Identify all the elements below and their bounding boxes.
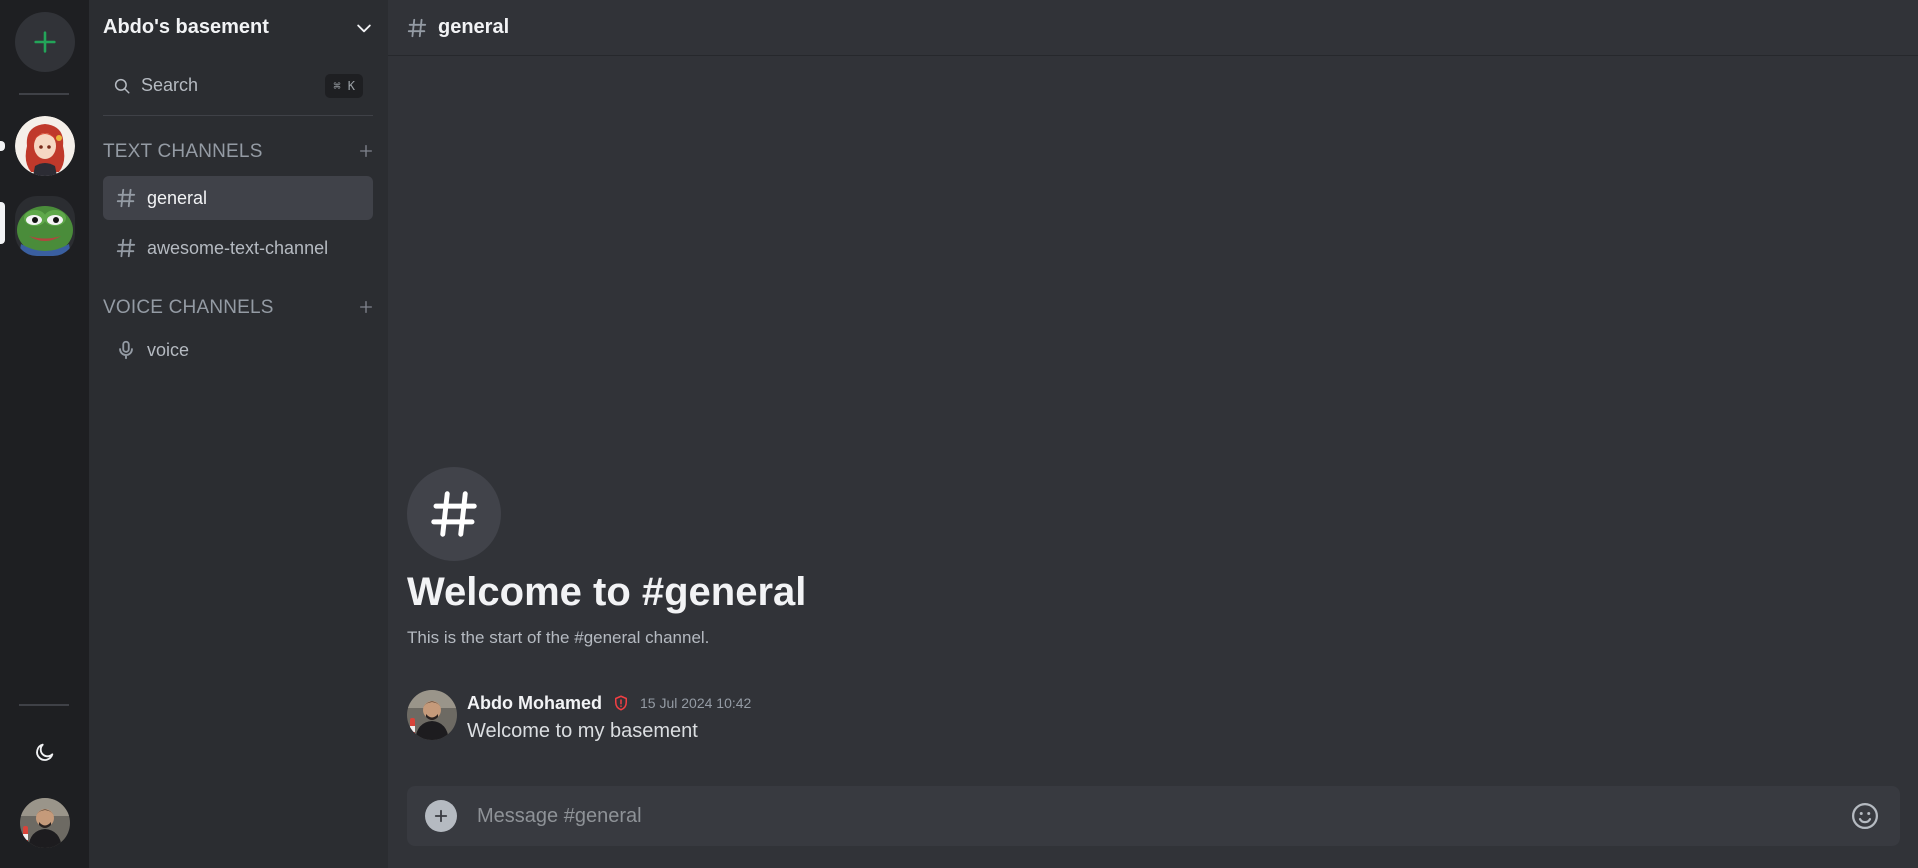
channel-sidebar: Abdo's basement Search ⌘ K TEXT CHANNELS xyxy=(89,0,388,868)
message-item: Abdo Mohamed 15 Jul 2024 10:42 Welcome t… xyxy=(407,690,751,743)
welcome-channel-icon xyxy=(407,467,501,561)
server-active-indicator xyxy=(0,202,5,244)
server-hover-indicator xyxy=(0,141,5,151)
user-avatar-image xyxy=(20,798,70,848)
anime-girl-server-icon xyxy=(15,116,75,176)
message-composer xyxy=(407,786,1900,846)
message-text: Welcome to my basement xyxy=(467,720,698,742)
search-shortcut: ⌘ K xyxy=(325,73,363,98)
hash-icon xyxy=(431,491,477,537)
emoji-button[interactable] xyxy=(1848,799,1882,833)
channel-label: general xyxy=(147,187,208,208)
current-user-avatar[interactable] xyxy=(20,798,70,848)
attach-button[interactable] xyxy=(425,800,457,832)
welcome-subtitle: This is the start of the #general channe… xyxy=(407,628,710,647)
theme-toggle-button[interactable] xyxy=(24,731,66,773)
add-server-button[interactable] xyxy=(15,12,75,72)
rail-divider-bottom xyxy=(19,704,69,706)
message-timestamp: 15 Jul 2024 10:42 xyxy=(640,695,752,711)
hash-icon xyxy=(116,188,136,208)
text-channels-category: TEXT CHANNELS xyxy=(103,132,374,172)
search-button[interactable]: Search ⌘ K xyxy=(103,64,373,116)
server-header[interactable]: Abdo's basement xyxy=(89,0,388,55)
app: Abdo's basement Search ⌘ K TEXT CHANNELS xyxy=(0,0,1918,868)
search-icon xyxy=(114,78,130,93)
rail-divider xyxy=(19,93,69,95)
add-voice-channel-button[interactable] xyxy=(358,297,374,319)
channel-title: general xyxy=(438,16,510,38)
microphone-icon xyxy=(119,340,133,360)
add-text-channel-button[interactable] xyxy=(358,141,374,163)
text-channels-label: TEXT CHANNELS xyxy=(103,141,263,162)
author-avatar-image xyxy=(407,690,457,740)
voice-channels-category: VOICE CHANNELS xyxy=(103,288,374,328)
chevron-down-icon xyxy=(357,24,371,32)
channel-item-general[interactable]: general xyxy=(103,176,373,220)
server-icon-pepe[interactable] xyxy=(15,196,75,256)
server-rail xyxy=(0,0,89,868)
welcome-title: Welcome to #general xyxy=(407,570,807,614)
hash-icon xyxy=(116,238,136,258)
hash-icon xyxy=(407,18,427,37)
search-label: Search xyxy=(141,75,199,95)
message-author[interactable]: Abdo Mohamed xyxy=(467,693,602,714)
moon-icon xyxy=(36,743,54,761)
plus-icon xyxy=(360,145,372,157)
message-input[interactable] xyxy=(475,803,1848,829)
channel-label: voice xyxy=(147,339,190,360)
smiley-icon xyxy=(1852,803,1878,829)
pepe-frog-server-icon xyxy=(15,196,75,256)
message-author-avatar[interactable] xyxy=(407,690,457,740)
server-icon-anime-girl[interactable] xyxy=(15,116,75,176)
voice-channels-label: VOICE CHANNELS xyxy=(103,297,274,318)
channel-header: general xyxy=(388,0,1918,56)
channel-item-voice[interactable]: voice xyxy=(103,328,373,372)
channel-label: awesome-text-channel xyxy=(147,237,329,258)
message-body: Abdo Mohamed 15 Jul 2024 10:42 Welcome t… xyxy=(467,690,751,743)
moderator-shield-icon xyxy=(612,694,630,712)
channel-item-awesome-text-channel[interactable]: awesome-text-channel xyxy=(103,226,373,270)
plus-icon xyxy=(360,301,372,313)
server-name: Abdo's basement xyxy=(103,16,269,38)
message-header: Abdo Mohamed 15 Jul 2024 10:42 xyxy=(467,690,751,716)
plus-icon xyxy=(434,809,448,823)
plus-icon xyxy=(34,31,56,53)
chat-main: general Welcome to #general This is the … xyxy=(388,0,1918,868)
